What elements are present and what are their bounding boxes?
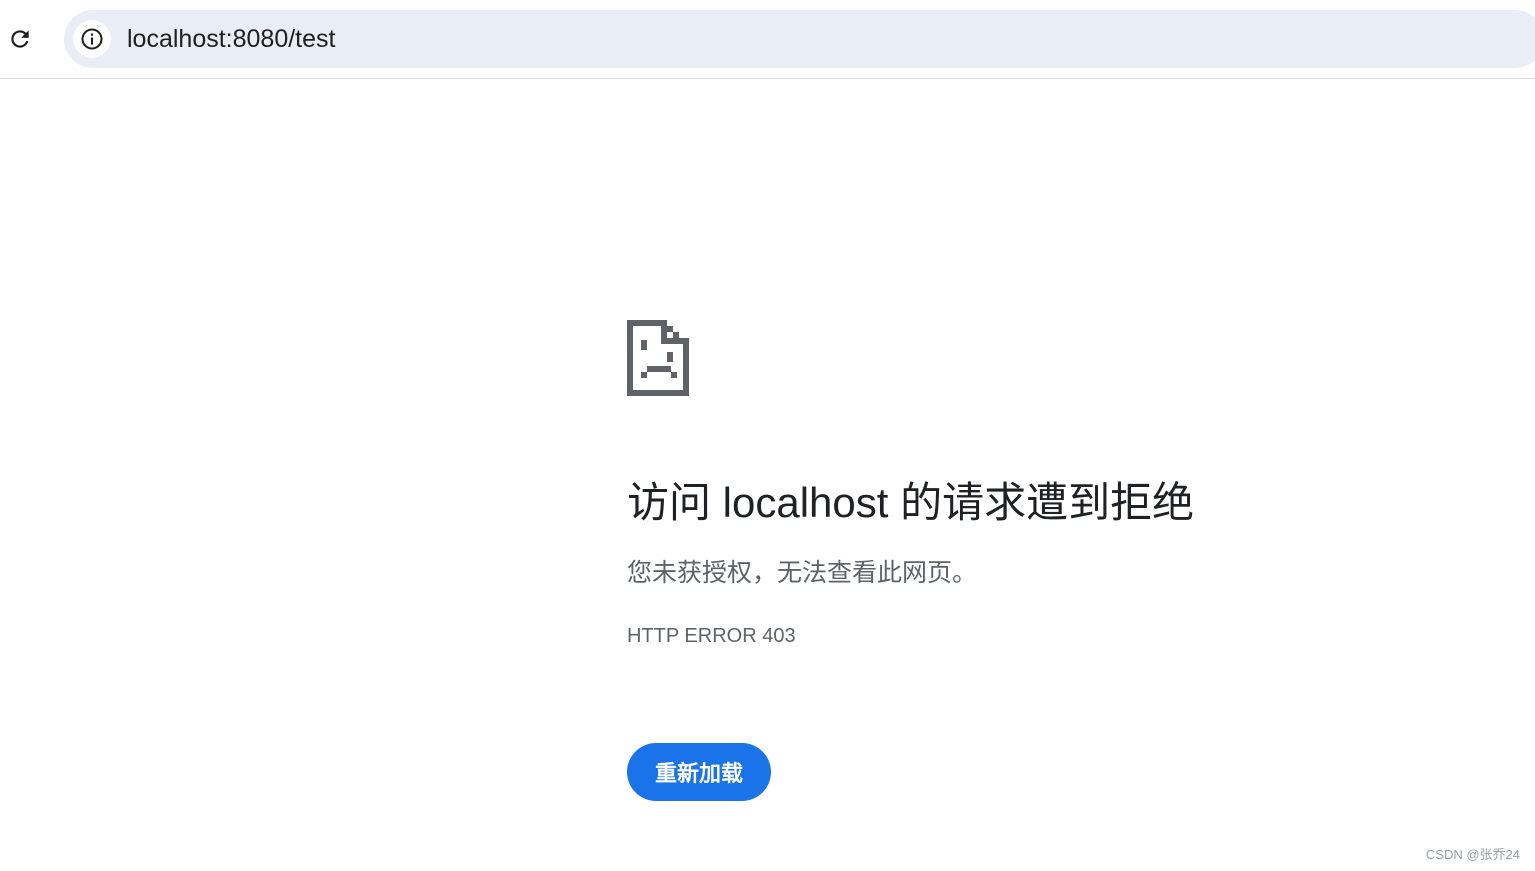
sad-page-icon <box>627 320 691 398</box>
error-description: 您未获授权，无法查看此网页。 <box>627 559 978 587</box>
info-icon[interactable] <box>73 20 111 58</box>
url-text[interactable]: localhost:8080/test <box>127 24 335 54</box>
reload-button[interactable]: 重新加载 <box>627 743 771 801</box>
error-code: HTTP ERROR 403 <box>627 625 796 647</box>
browser-toolbar: localhost:8080/test <box>0 0 1535 79</box>
address-bar[interactable]: localhost:8080/test <box>64 10 1535 68</box>
watermark: CSDN @张乔24 <box>1425 847 1520 862</box>
reload-icon[interactable] <box>6 25 34 53</box>
error-title: 访问 localhost 的请求遭到拒绝 <box>627 479 1195 526</box>
